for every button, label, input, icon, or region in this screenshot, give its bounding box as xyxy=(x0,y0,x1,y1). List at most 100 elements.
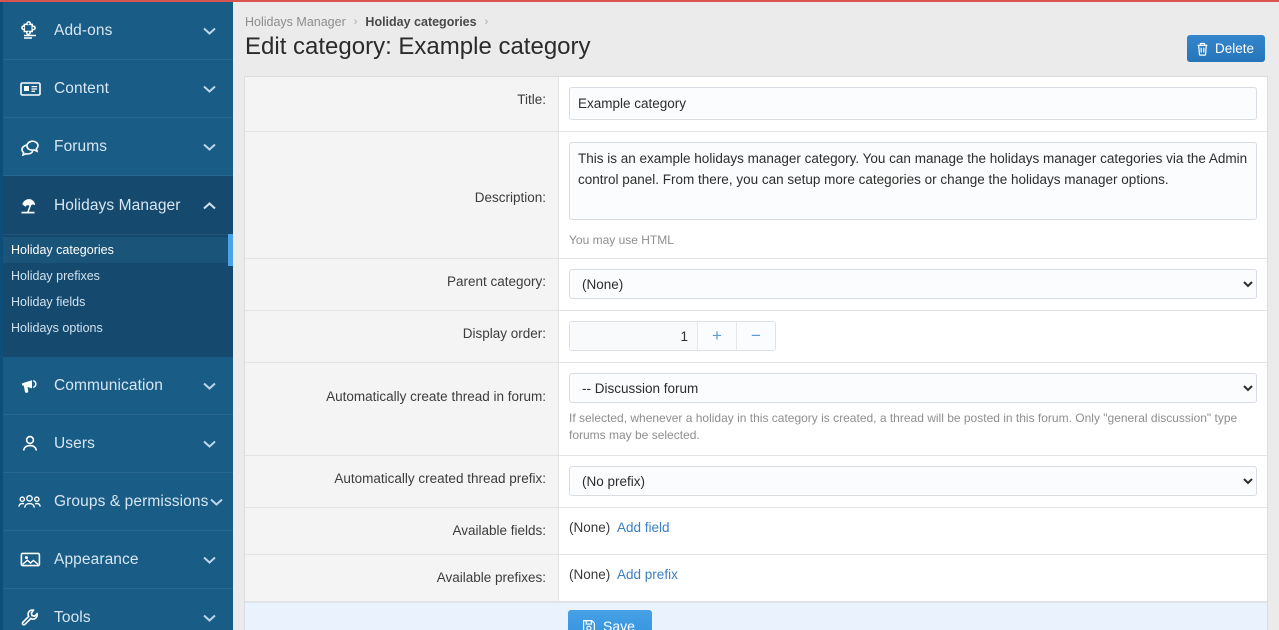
auto-thread-forum-label: Automatically create thread in forum: xyxy=(245,363,558,455)
sidebar-subitem-label: Holiday prefixes xyxy=(11,269,100,283)
sidebar-item-users[interactable]: Users xyxy=(3,415,233,473)
sidebar-subitem-label: Holiday fields xyxy=(11,295,85,309)
sidebar-subitem-label: Holidays options xyxy=(11,321,103,335)
available-prefixes-control: (None) Add prefix xyxy=(558,555,1267,601)
admin-app: Add-ons Content xyxy=(0,2,1279,630)
quantity-stepper: + − xyxy=(569,321,776,351)
sidebar-item-label: Holidays Manager xyxy=(54,197,201,215)
sidebar-item-content[interactable]: Content xyxy=(3,60,233,118)
description-textarea[interactable]: This is an example holidays manager cate… xyxy=(569,142,1257,220)
available-prefixes-value: (None) xyxy=(569,567,610,582)
sidebar-group-holidays-manager: Holidays Manager Holiday categories Holi… xyxy=(3,177,233,357)
sidebar-group-users: Users xyxy=(3,415,233,473)
breadcrumb-separator-icon: › xyxy=(485,16,489,28)
available-fields-label: Available fields: xyxy=(245,508,558,554)
form-row-parent-category: Parent category: (None) xyxy=(245,259,1267,311)
chevron-down-icon xyxy=(201,81,217,97)
form-row-description: Description: This is an example holidays… xyxy=(245,132,1267,259)
save-button[interactable]: Save xyxy=(568,610,652,630)
delete-button-label: Delete xyxy=(1215,41,1254,56)
sidebar-group-forums: Forums xyxy=(3,118,233,176)
image-icon xyxy=(17,549,43,571)
holidays-manager-submenu: Holiday categories Holiday prefixes Holi… xyxy=(3,235,233,357)
description-control: This is an example holidays manager cate… xyxy=(558,132,1267,258)
sidebar-subitem-holiday-fields[interactable]: Holiday fields xyxy=(3,289,233,315)
form-footer: Save xyxy=(245,602,1267,630)
sidebar-group-groups-permissions: Groups & permissions xyxy=(3,473,233,531)
display-order-control: + − xyxy=(558,311,1267,362)
parent-category-select[interactable]: (None) xyxy=(569,269,1257,299)
sidebar-item-label: Groups & permissions xyxy=(54,493,208,511)
sidebar-item-label: Tools xyxy=(54,609,201,627)
speech-bubbles-icon xyxy=(17,136,43,158)
parent-category-label: Parent category: xyxy=(245,259,558,310)
available-prefixes-label: Available prefixes: xyxy=(245,555,558,601)
chevron-up-icon xyxy=(201,198,217,214)
available-fields-value-row: (None) Add field xyxy=(569,518,1257,535)
form-row-available-fields: Available fields: (None) Add field xyxy=(245,508,1267,555)
stepper-increment-button[interactable]: + xyxy=(697,322,736,350)
sidebar-subitem-holiday-categories[interactable]: Holiday categories xyxy=(3,237,233,263)
form-row-display-order: Display order: + − xyxy=(245,311,1267,363)
sidebar-item-appearance[interactable]: Appearance xyxy=(3,531,233,589)
add-prefix-link[interactable]: Add prefix xyxy=(617,567,678,582)
chevron-down-icon xyxy=(201,378,217,394)
sidebar-item-label: Communication xyxy=(54,377,201,395)
description-hint: You may use HTML xyxy=(569,225,1257,249)
sidebar-item-holidays-manager[interactable]: Holidays Manager xyxy=(3,177,233,235)
sidebar-item-label: Forums xyxy=(54,138,201,156)
content-card-icon xyxy=(17,78,43,100)
sidebar-item-label: Add-ons xyxy=(54,22,201,40)
stepper-decrement-button[interactable]: − xyxy=(736,322,775,350)
breadcrumb-item-holidays-manager[interactable]: Holidays Manager xyxy=(245,15,346,29)
sidebar-subitem-label: Holiday categories xyxy=(11,243,114,257)
sidebar-group-communication: Communication xyxy=(3,357,233,415)
breadcrumb: Holidays Manager › Holiday categories › xyxy=(233,2,1279,30)
megaphone-icon xyxy=(17,375,43,397)
display-order-label: Display order: xyxy=(245,311,558,362)
title-input[interactable] xyxy=(569,87,1257,120)
users-group-icon xyxy=(17,491,43,513)
sidebar-group-appearance: Appearance xyxy=(3,531,233,589)
breadcrumb-separator-icon: › xyxy=(354,16,358,28)
chevron-down-icon xyxy=(201,139,217,155)
sidebar-item-communication[interactable]: Communication xyxy=(3,357,233,415)
add-field-link[interactable]: Add field xyxy=(617,520,670,535)
wrench-icon xyxy=(17,607,43,629)
auto-thread-prefix-control: (No prefix) xyxy=(558,456,1267,507)
chevron-down-icon xyxy=(201,436,217,452)
available-fields-control: (None) Add field xyxy=(558,508,1267,554)
form-row-auto-thread-prefix: Automatically created thread prefix: (No… xyxy=(245,456,1267,508)
sidebar-item-groups-permissions[interactable]: Groups & permissions xyxy=(3,473,233,531)
sidebar-item-add-ons[interactable]: Add-ons xyxy=(3,2,233,60)
sidebar-item-label: Appearance xyxy=(54,551,201,569)
edit-category-form: Title: Description: This is an example h… xyxy=(244,76,1268,630)
sidebar-subitem-holiday-prefixes[interactable]: Holiday prefixes xyxy=(3,263,233,289)
auto-thread-prefix-label: Automatically created thread prefix: xyxy=(245,456,558,507)
save-button-label: Save xyxy=(603,618,635,630)
main-content: Holidays Manager › Holiday categories › … xyxy=(233,2,1279,630)
available-fields-value: (None) xyxy=(569,520,610,535)
delete-button[interactable]: Delete xyxy=(1187,35,1265,62)
chevron-down-icon xyxy=(201,610,217,626)
sidebar-item-tools[interactable]: Tools xyxy=(3,589,233,630)
user-icon xyxy=(17,433,43,455)
auto-thread-forum-hint: If selected, whenever a holiday in this … xyxy=(569,403,1257,444)
auto-thread-prefix-select[interactable]: (No prefix) xyxy=(569,466,1257,496)
available-prefixes-value-row: (None) Add prefix xyxy=(569,565,1257,582)
chevron-down-icon xyxy=(201,23,217,39)
puzzle-icon xyxy=(17,20,43,42)
parent-category-control: (None) xyxy=(558,259,1267,310)
form-row-title: Title: xyxy=(245,77,1267,132)
page-title: Edit category: Example category xyxy=(245,32,1187,62)
sidebar-subitem-holidays-options[interactable]: Holidays options xyxy=(3,315,233,341)
auto-thread-forum-control: -- Discussion forum If selected, wheneve… xyxy=(558,363,1267,455)
breadcrumb-item-holiday-categories[interactable]: Holiday categories xyxy=(365,15,476,29)
sidebar-item-forums[interactable]: Forums xyxy=(3,118,233,176)
title-label: Title: xyxy=(245,77,558,131)
sidebar: Add-ons Content xyxy=(0,2,233,630)
auto-thread-forum-select[interactable]: -- Discussion forum xyxy=(569,373,1257,403)
sidebar-group-tools: Tools xyxy=(3,589,233,630)
display-order-input[interactable] xyxy=(570,322,697,350)
floppy-disk-icon xyxy=(582,619,596,630)
